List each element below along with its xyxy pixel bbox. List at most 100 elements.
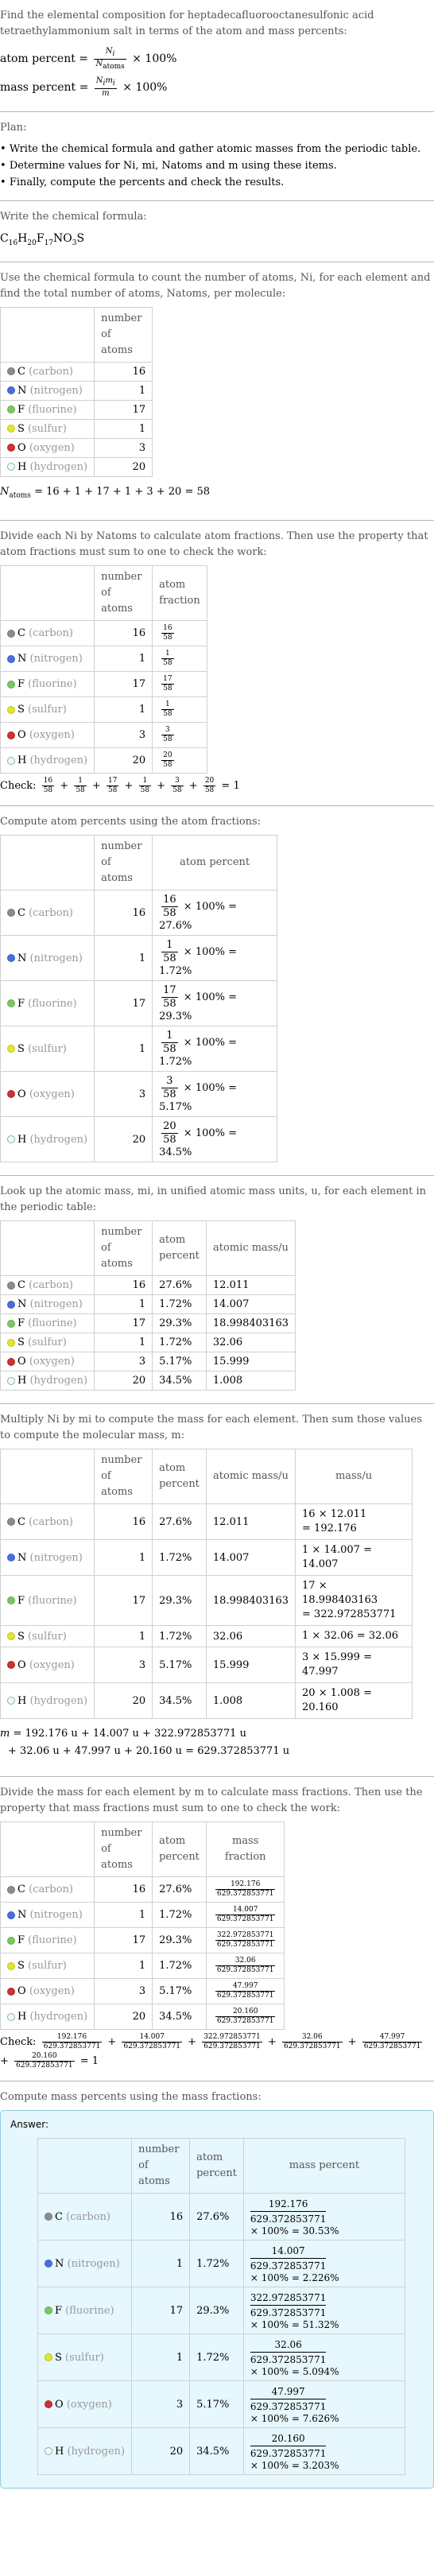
atom-percent: 34.5% — [152, 1682, 207, 1720]
mass-fraction: 322.972853771 629.372853771 — [205, 1927, 285, 1954]
element-name: (hydrogen) — [67, 2445, 126, 2458]
atomic-mass: 32.06 — [205, 1333, 296, 1353]
element-color-dot-icon — [7, 731, 15, 739]
table-row: N (nitrogen) 1 — [0, 380, 153, 401]
table-row: S (sulfur) 1 1 58 — [0, 696, 208, 724]
element-symbol: S — [55, 2351, 62, 2364]
element-name: (nitrogen) — [29, 1551, 83, 1564]
element-cell: C (carbon) — [0, 1503, 95, 1541]
element-cell: S (sulfur) — [0, 418, 95, 439]
atomic-mass: 15.999 — [205, 1647, 296, 1684]
element-cell: H (hydrogen) — [0, 1116, 95, 1163]
element-cell: N (nitrogen) — [37, 2240, 133, 2288]
atomic-mass: 1.008 — [205, 1371, 296, 1391]
mass-intro: Multiply Ni by mi to compute the mass fo… — [0, 1414, 422, 1442]
atom-percent-calc: 1 58 × 100% = 1.72% — [152, 935, 278, 982]
atom-percent: 29.3% — [152, 1575, 207, 1627]
element-cell: C (carbon) — [0, 1275, 95, 1296]
atom-count: 1 — [94, 380, 153, 401]
atom-count: 1 — [94, 418, 153, 439]
table-row: N (nitrogen) 1 1.72% 14.007 1 × 14.007 = 14.… — [0, 1539, 413, 1577]
chemical-formula: C16H20F17NO3S — [0, 232, 85, 247]
atom-percent: 1.72% — [152, 1333, 207, 1353]
element-symbol: C — [17, 1279, 25, 1292]
table-row: N (nitrogen) 1 1.72% 14.007 — [0, 1294, 296, 1315]
element-symbol: N — [17, 1298, 27, 1311]
element-cell: F (fluorine) — [0, 1575, 95, 1627]
atom-percent: 34.5% — [152, 2004, 207, 2031]
element-symbol: F — [17, 1317, 25, 1330]
atom-fraction: 1 58 — [152, 696, 208, 724]
element-mass: 1 × 32.06 = 32.06 — [295, 1625, 413, 1648]
table-row: S (sulfur) 1 1.72% 32.06 629.372853771 — [0, 1953, 285, 1980]
element-mass: 3 × 15.999 = 47.997 — [295, 1647, 413, 1684]
atomic-mass: 12.011 — [205, 1503, 296, 1541]
atom-percent-formula: atom percent = Ni Natoms × 100% — [0, 46, 177, 71]
atom-count: 1 — [94, 1625, 153, 1648]
element-color-dot-icon — [7, 2012, 15, 2021]
table-row: H (hydrogen) 20 34.5% 20.160 629.372853771 × … — [37, 2427, 405, 2476]
atom-count: 16 — [94, 620, 153, 647]
element-symbol: O — [17, 441, 26, 454]
element-color-dot-icon — [7, 705, 15, 714]
element-name: (carbon) — [29, 1515, 74, 1528]
element-color-dot-icon — [45, 2353, 52, 2362]
atom-percent: 1.72% — [152, 1953, 207, 1980]
element-cell: O (oxygen) — [0, 1647, 95, 1684]
element-name: (sulfur) — [28, 1630, 67, 1643]
element-color-dot-icon — [7, 405, 15, 414]
atom-percent: 27.6% — [189, 2193, 244, 2241]
element-cell: S (sulfur) — [0, 1026, 95, 1073]
element-symbol: H — [55, 2445, 64, 2458]
element-symbol: N — [17, 653, 27, 665]
atomic-mass: 12.011 — [205, 1275, 296, 1296]
atom-count: 17 — [94, 980, 153, 1027]
table-row: F (fluorine) 17 29.3% 322.972853771 629.3728… — [0, 1927, 285, 1954]
element-cell: O (oxygen) — [37, 2380, 133, 2429]
element-color-dot-icon — [7, 954, 15, 963]
element-cell: S (sulfur) — [37, 2334, 133, 2382]
element-name: (oxygen) — [29, 1658, 75, 1671]
element-color-dot-icon — [7, 1319, 15, 1328]
element-name: (oxygen) — [29, 1356, 75, 1368]
table-row: S (sulfur) 1 1.72% 32.06 1 × 32.06 = 32.06 — [0, 1625, 413, 1648]
atom-percent: 27.6% — [152, 1503, 207, 1541]
total-atoms-equation: Natoms = 16 + 1 + 17 + 1 + 3 + 20 = 58 — [0, 485, 211, 500]
molecular-mass-equation: m = 192.176 u + 14.007 u + 322.972853771… — [0, 1728, 290, 1758]
element-symbol: S — [17, 422, 25, 435]
answer-table: number of atoms atom percent mass percent … — [37, 2138, 405, 2476]
plan-item: Write the chemical formula and gather at… — [0, 141, 434, 157]
element-color-dot-icon — [7, 463, 15, 471]
element-name: (oxygen) — [29, 441, 75, 454]
element-color-dot-icon — [7, 1300, 15, 1309]
atom-percent: 5.17% — [152, 1978, 207, 2005]
element-symbol: O — [55, 2398, 64, 2411]
element-color-dot-icon — [7, 1936, 15, 1945]
element-name: (carbon) — [29, 365, 74, 378]
element-color-dot-icon — [7, 1376, 15, 1385]
atom-percent: 1.72% — [152, 1625, 207, 1648]
element-cell: S (sulfur) — [0, 1625, 95, 1648]
element-color-dot-icon — [7, 1632, 15, 1641]
element-symbol: S — [17, 1336, 25, 1349]
element-name: (sulfur) — [28, 704, 67, 716]
table-row: F (fluorine) 17 17 58 × 100% = 29.3% — [0, 980, 278, 1027]
element-symbol: C — [17, 627, 25, 640]
element-color-dot-icon — [7, 1045, 15, 1053]
element-symbol: H — [17, 1375, 27, 1387]
element-name: (fluorine) — [65, 2304, 114, 2317]
element-color-dot-icon — [7, 367, 15, 376]
table-row: H (hydrogen) 20 20 58 — [0, 747, 208, 774]
element-symbol: S — [17, 704, 25, 716]
element-symbol: O — [17, 1985, 26, 1998]
element-color-dot-icon — [7, 629, 15, 638]
atom-count: 20 — [94, 747, 153, 774]
element-mass: 1 × 14.007 = 14.007 — [295, 1539, 413, 1577]
table-row: H (hydrogen) 20 20 58 × 100% = 34.5% — [0, 1116, 278, 1163]
element-color-dot-icon — [45, 2260, 52, 2268]
atom-count: 3 — [131, 2380, 191, 2429]
atom-percent: 34.5% — [189, 2427, 244, 2476]
atom-percent: 1.72% — [152, 1902, 207, 1929]
element-name: (hydrogen) — [29, 1375, 88, 1387]
element-symbol: N — [17, 1551, 27, 1564]
